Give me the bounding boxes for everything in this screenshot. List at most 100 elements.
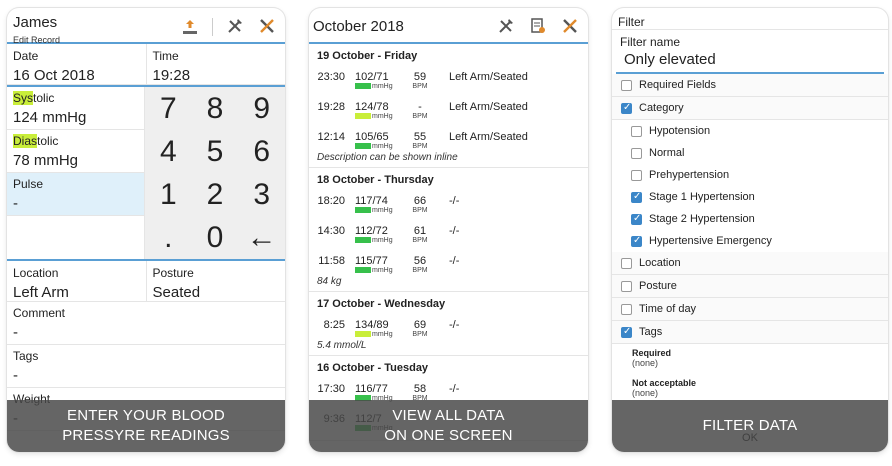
reading-time: 11:58 bbox=[318, 255, 345, 267]
category-item[interactable]: Normal bbox=[612, 142, 888, 164]
time-of-day-option[interactable]: Time of day bbox=[612, 298, 888, 321]
date-field[interactable]: Date 16 Oct 2018 bbox=[7, 44, 147, 84]
checkbox[interactable] bbox=[621, 257, 632, 269]
profile-name[interactable]: James bbox=[13, 14, 57, 31]
systolic-label: Systolic bbox=[13, 91, 55, 105]
checkbox-checked[interactable] bbox=[621, 102, 632, 114]
key-6[interactable]: 6 bbox=[238, 130, 285, 173]
checkbox-checked[interactable] bbox=[631, 235, 642, 247]
checkbox-checked[interactable] bbox=[621, 326, 632, 338]
reading-bp: 105/65 bbox=[355, 131, 389, 143]
filter-name-input[interactable]: Only elevated bbox=[616, 49, 884, 74]
checkbox-checked[interactable] bbox=[631, 191, 642, 203]
location-option[interactable]: Location bbox=[612, 252, 888, 275]
checkbox[interactable] bbox=[631, 147, 642, 159]
diastolic-value: 78 mmHg bbox=[13, 152, 79, 169]
tools-icon[interactable] bbox=[496, 17, 516, 37]
tools-x-icon[interactable] bbox=[560, 17, 580, 37]
time-field[interactable]: Time 19:28 bbox=[147, 44, 286, 84]
comment-field[interactable]: Comment - bbox=[7, 302, 285, 345]
checkbox[interactable] bbox=[621, 303, 632, 315]
reading-row[interactable]: 12:14 105/65 mmHg 55 BPM Left Arm/Seated bbox=[309, 124, 588, 154]
month-title: October 2018 bbox=[313, 18, 404, 35]
share-icon[interactable] bbox=[180, 17, 200, 37]
reading-row[interactable]: 11:58 115/77 mmHg 56 BPM -/- bbox=[309, 248, 588, 278]
reading-bp: 112/72 bbox=[355, 225, 388, 237]
category-item[interactable]: Prehypertension bbox=[612, 164, 888, 186]
key-9[interactable]: 9 bbox=[238, 87, 285, 130]
key-4[interactable]: 4 bbox=[145, 130, 192, 173]
checkbox[interactable] bbox=[631, 125, 642, 137]
month-toolbar: October 2018 bbox=[309, 8, 588, 44]
checkbox-checked[interactable] bbox=[631, 213, 642, 225]
checkbox[interactable] bbox=[631, 169, 642, 181]
caption-banner: FILTER DATA bbox=[612, 400, 888, 452]
pulse-unit: BPM bbox=[412, 207, 428, 214]
systolic-field[interactable]: Systolic 124 mmHg bbox=[7, 87, 144, 130]
key-1[interactable]: 1 bbox=[145, 173, 192, 216]
tools-icon[interactable] bbox=[225, 17, 245, 37]
tags-option[interactable]: Tags bbox=[612, 321, 888, 344]
reading-bp: 116/77 bbox=[355, 383, 388, 395]
reading-time: 23:30 bbox=[317, 71, 345, 83]
bp-unit: mmHg bbox=[372, 83, 393, 90]
category-item-label: Hypotension bbox=[649, 125, 711, 137]
tags-field[interactable]: Tags - bbox=[7, 345, 285, 388]
key-8[interactable]: 8 bbox=[192, 87, 239, 130]
date-time-row: Date 16 Oct 2018 Time 19:28 bbox=[7, 44, 285, 85]
tools-x-icon[interactable] bbox=[257, 17, 277, 37]
date-label: Date bbox=[13, 49, 39, 63]
backspace-key[interactable]: ← bbox=[238, 216, 285, 259]
day-header: 18 October - Thursday bbox=[317, 174, 434, 186]
location-field[interactable]: Location Left Arm bbox=[7, 261, 147, 301]
category-item-label: Normal bbox=[649, 147, 685, 159]
reading-row[interactable]: 23:30 102/71 mmHg 59 BPM Left Arm/Seated bbox=[309, 64, 588, 94]
time-value: 19:28 bbox=[152, 67, 191, 84]
diastolic-field[interactable]: Diastolic 78 mmHg bbox=[7, 130, 144, 173]
bp-unit: mmHg bbox=[372, 267, 393, 274]
reading-bp: 115/77 bbox=[355, 255, 388, 267]
category-option[interactable]: Category bbox=[612, 97, 888, 120]
category-item[interactable]: Hypotension bbox=[612, 120, 888, 142]
reading-row[interactable]: 19:28 124/78 mmHg - BPM Left Arm/Seated bbox=[309, 94, 588, 124]
pulse-field[interactable]: Pulse - bbox=[7, 173, 144, 216]
reading-bp: 102/71 bbox=[355, 71, 389, 83]
pulse-unit: BPM bbox=[412, 237, 428, 244]
bp-unit: mmHg bbox=[372, 207, 393, 214]
pulse-unit: BPM bbox=[412, 83, 428, 90]
posture-field[interactable]: Posture Seated bbox=[147, 261, 286, 301]
reading-row[interactable]: 8:25 134/89 mmHg 69 BPM -/- bbox=[309, 312, 588, 342]
day-group: 19 October - Friday 23:30 102/71 mmHg 59 BPM L… bbox=[309, 44, 588, 168]
category-item[interactable]: Stage 1 Hypertension bbox=[612, 186, 888, 208]
category-color-bar bbox=[355, 267, 371, 273]
key-3[interactable]: 3 bbox=[238, 173, 285, 216]
diastolic-label: Diastolic bbox=[13, 134, 59, 148]
caption-banner: VIEW ALL DATA ON ONE SCREEN bbox=[309, 400, 588, 452]
filter-header: Filter bbox=[612, 8, 888, 30]
not-acceptable-tags-value[interactable]: (none) bbox=[612, 388, 888, 398]
required-tags-value[interactable]: (none) bbox=[612, 358, 888, 368]
key-5[interactable]: 5 bbox=[192, 130, 239, 173]
report-icon[interactable] bbox=[528, 17, 548, 37]
pulse-unit: BPM bbox=[412, 143, 428, 150]
toolbar-divider bbox=[212, 18, 213, 36]
key-0[interactable]: 0 bbox=[192, 216, 239, 259]
location-posture-row: Location Left Arm Posture Seated bbox=[7, 261, 285, 302]
posture-option[interactable]: Posture bbox=[612, 275, 888, 298]
reading-location: -/- bbox=[449, 225, 460, 237]
ok-button[interactable]: OK bbox=[612, 432, 888, 444]
reading-time: 14:30 bbox=[317, 225, 345, 237]
reading-row[interactable]: 14:30 112/72 mmHg 61 BPM -/- bbox=[309, 218, 588, 248]
reading-row[interactable]: 18:20 117/74 mmHg 66 BPM -/- bbox=[309, 188, 588, 218]
posture-value: Seated bbox=[152, 284, 201, 301]
checkbox[interactable] bbox=[621, 79, 632, 91]
category-item[interactable]: Hypertensive Emergency bbox=[612, 230, 888, 252]
reading-pulse: 58 bbox=[413, 383, 427, 395]
required-fields-option[interactable]: Required Fields bbox=[612, 74, 888, 97]
key-7[interactable]: 7 bbox=[145, 87, 192, 130]
category-item[interactable]: Stage 2 Hypertension bbox=[612, 208, 888, 230]
caption-text: VIEW ALL DATA ON ONE SCREEN bbox=[384, 407, 513, 444]
checkbox[interactable] bbox=[621, 280, 632, 292]
key-decimal[interactable]: . bbox=[145, 216, 192, 259]
key-2[interactable]: 2 bbox=[192, 173, 239, 216]
